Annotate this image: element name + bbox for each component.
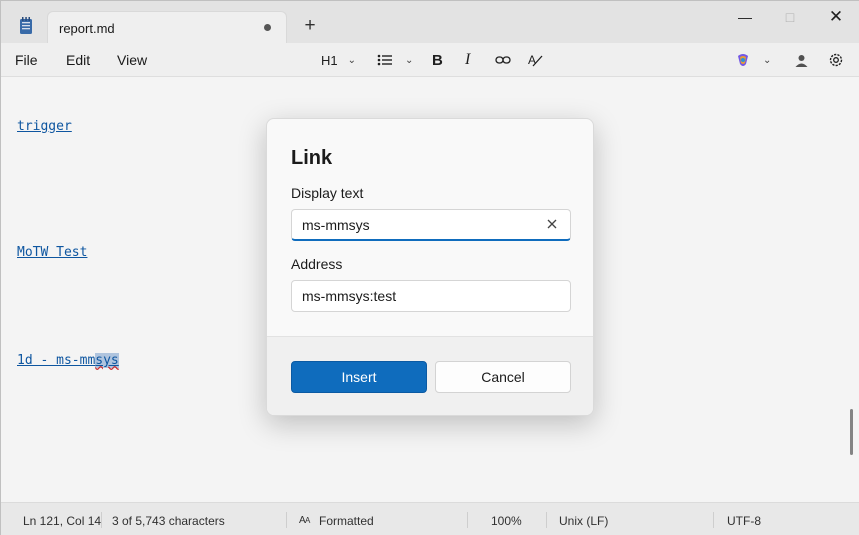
dialog-footer: Insert Cancel bbox=[267, 336, 593, 415]
dialog-title: Link bbox=[291, 147, 333, 169]
cancel-button[interactable]: Cancel bbox=[435, 361, 571, 393]
address-input[interactable] bbox=[302, 281, 542, 311]
display-text-input[interactable] bbox=[302, 210, 542, 240]
clear-input-icon[interactable] bbox=[544, 216, 560, 232]
address-field[interactable] bbox=[291, 280, 571, 312]
display-text-field[interactable] bbox=[291, 209, 571, 241]
address-label: Address bbox=[291, 256, 343, 272]
display-text-label: Display text bbox=[291, 185, 364, 201]
link-dialog: Link Display text Address Insert Cancel bbox=[266, 118, 594, 416]
insert-button[interactable]: Insert bbox=[291, 361, 427, 393]
